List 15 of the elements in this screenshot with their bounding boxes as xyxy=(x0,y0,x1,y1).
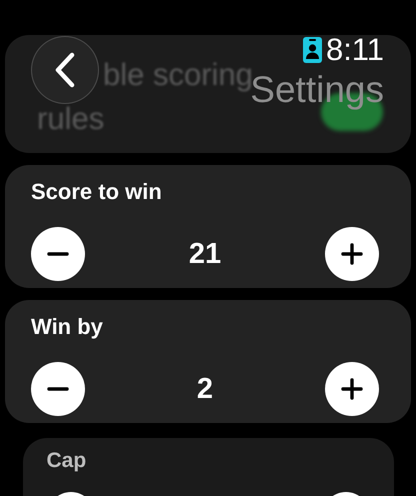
stepper-value: 21 xyxy=(188,238,222,270)
decrement-button[interactable] xyxy=(31,362,85,416)
screen-title: Settings xyxy=(250,69,384,111)
plus-icon xyxy=(338,376,365,402)
stepper-label: Cap xyxy=(46,448,88,474)
badge-icon xyxy=(302,37,322,63)
back-icon xyxy=(53,52,77,88)
plus-icon xyxy=(338,241,365,267)
stepper-label: Score to win xyxy=(31,179,163,205)
stepper-value: 2 xyxy=(196,372,214,406)
clock-time: 8:11 xyxy=(326,33,384,67)
stepper-label: Win by xyxy=(31,314,104,340)
minus-icon xyxy=(47,252,69,256)
decrement-button[interactable] xyxy=(31,227,85,281)
minus-icon xyxy=(47,387,69,391)
